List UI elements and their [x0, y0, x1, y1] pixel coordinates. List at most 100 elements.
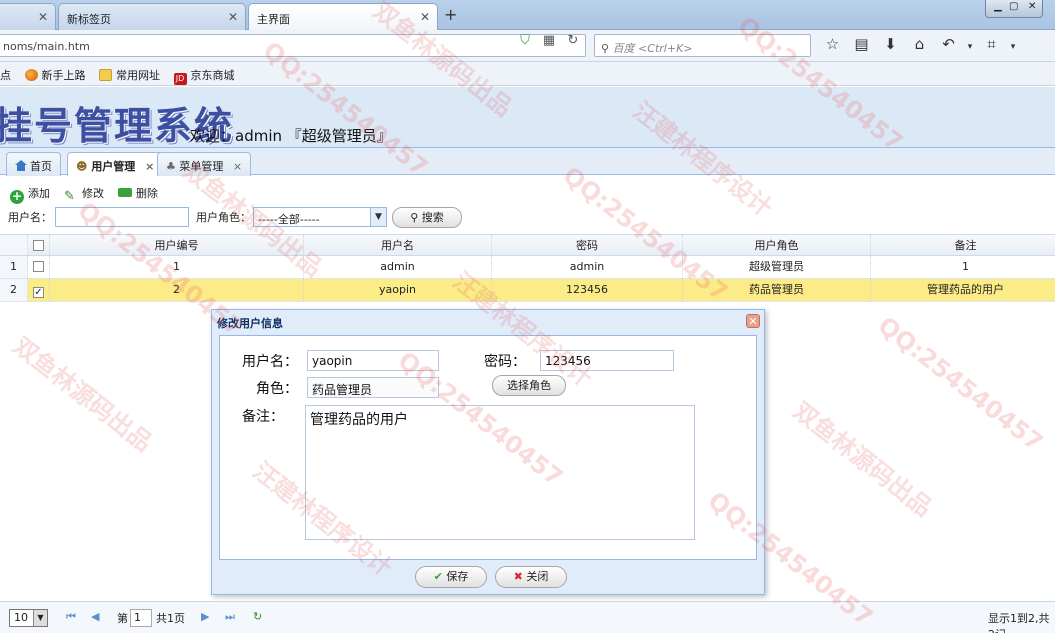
username-filter-label: 用户名： [8, 211, 52, 224]
shield-icon[interactable]: ⛉ [513, 33, 537, 48]
first-page-icon[interactable]: ⏮ [66, 610, 76, 624]
crop-icon[interactable]: ⌗ [977, 35, 1006, 53]
bookmark-item[interactable]: 点 [0, 69, 11, 82]
table-row[interactable]: 1 1 admin admin 超级管理员 1 [0, 256, 1055, 279]
jd-icon: JD [173, 73, 187, 85]
address-icons: ⛉ ▦ ↻ [513, 33, 585, 48]
dialog-title: 修改用户信息 [217, 317, 283, 330]
password-field[interactable]: 123456 [540, 350, 674, 371]
add-icon: + [10, 189, 24, 204]
table-header: 用户编号 用户名 密码 用户角色 备注 [0, 234, 1055, 256]
col-header-username[interactable]: 用户名 [304, 235, 492, 255]
username-filter-input[interactable] [55, 207, 189, 227]
next-page-icon[interactable]: ▶ [201, 610, 209, 623]
tab-user-management[interactable]: ☻ 用户管理 × [67, 152, 164, 177]
window-controls: ▁ ▢ ✕ [985, 0, 1043, 18]
app-header: 挂号管理系统 欢迎：admin 『超级管理员』 [0, 87, 1055, 148]
chevron-down-icon[interactable]: ▾ [963, 42, 977, 52]
add-button[interactable]: + 添加 [10, 185, 50, 204]
edit-button[interactable]: ✎ 修改 [64, 185, 104, 204]
search-icon: ⚲ [601, 42, 610, 55]
search-input[interactable]: ⚲ 百度 <Ctrl+K> [594, 34, 811, 57]
browser-tab-main[interactable]: 主界面 ✕ [248, 3, 438, 30]
edit-user-dialog: 修改用户信息 ✕ 用户名： yaopin 密码： 123456 角色： 药品管理… [211, 309, 765, 595]
page-size-select[interactable]: 10 ▼ [9, 609, 48, 627]
bookmark-newbie[interactable]: 新手上路 [24, 69, 86, 82]
rownum-header [0, 235, 28, 255]
row-number: 2 [0, 279, 28, 301]
browser-nav-bar: noms/main.htm ⛉ ▦ ↻ ⚲ 百度 <Ctrl+K> ☆ ▤ ⬇ ⌂ ↶ ▾ ⌗ ▾ [0, 30, 1055, 62]
close-icon[interactable]: × [145, 160, 154, 173]
browser-tab-1[interactable]: ✕ [0, 3, 56, 30]
username-label: 用户名： [242, 354, 298, 370]
row-checkbox[interactable]: ✓ [28, 279, 50, 301]
maximize-icon[interactable]: ▢ [1009, 1, 1018, 12]
new-tab-icon[interactable]: + [444, 5, 457, 24]
col-header-password[interactable]: 密码 [492, 235, 683, 255]
bookmark-jd[interactable]: JD 京东商城 [173, 69, 235, 85]
home-icon[interactable]: ⌂ [905, 35, 934, 53]
close-icon[interactable]: ✕ [228, 10, 238, 24]
address-bar[interactable]: noms/main.htm [0, 34, 586, 57]
home-icon [15, 160, 27, 171]
table-row-selected[interactable]: 2 ✓ 2 yaopin 123456 药品管理员 管理药品的用户 [0, 279, 1055, 302]
col-header-role[interactable]: 用户角色 [683, 235, 871, 255]
bookmark-common[interactable]: 常用网址 [99, 69, 160, 82]
browser-toolbar: ☆ ▤ ⬇ ⌂ ↶ ▾ ⌗ ▾ [818, 35, 1020, 53]
watermark: 双鱼林源码出品 [7, 330, 158, 458]
user-table: 用户编号 用户名 密码 用户角色 备注 1 1 admin admin 超级管理… [0, 234, 1055, 302]
reading-list-icon[interactable]: ▤ [847, 35, 876, 53]
close-button[interactable]: ✖ 关闭 [495, 566, 567, 588]
chevron-down-icon: ▼ [370, 208, 386, 226]
remark-textarea[interactable]: 管理药品的用户 [305, 405, 695, 540]
undo-icon[interactable]: ↶ [934, 35, 963, 53]
cell-password: admin [492, 256, 683, 278]
chevron-down-icon[interactable]: ▾ [1006, 42, 1020, 52]
role-filter-select[interactable]: -----全部----- ▼ [253, 207, 387, 227]
reload-icon[interactable]: ↻ [561, 33, 585, 48]
role-filter-label: 用户角色： [196, 211, 251, 224]
tab-home[interactable]: 首页 [6, 152, 61, 176]
cell-role: 超级管理员 [683, 256, 871, 278]
star-icon[interactable]: ☆ [818, 35, 847, 53]
window-close-icon[interactable]: ✕ [1028, 1, 1036, 12]
cell-username: yaopin [304, 279, 492, 301]
remark-label: 备注： [242, 409, 284, 425]
cell-id: 1 [50, 256, 304, 278]
dialog-close-icon[interactable]: ✕ [746, 314, 760, 328]
col-header-remark[interactable]: 备注 [871, 235, 1055, 255]
username-field[interactable]: yaopin [307, 350, 439, 371]
firefox-icon [24, 69, 38, 81]
tab-menu-management[interactable]: ♣ 菜单管理 × [157, 152, 252, 176]
prev-page-icon[interactable]: ◀ [91, 610, 99, 623]
close-icon: ✖ [513, 570, 523, 583]
close-icon[interactable]: ✕ [38, 10, 48, 24]
row-checkbox[interactable] [28, 256, 50, 278]
cell-password: 123456 [492, 279, 683, 301]
search-button[interactable]: ⚲ 搜索 [392, 207, 462, 228]
pagination-bar: 10 ▼ ⏮ ◀ 第 1 共1页 ▶ ⏭ ↻ 显示1到2,共2记 [0, 601, 1055, 640]
user-toolbar: + 添加 ✎ 修改 删除 用户名： 用户角色： -----全部----- ▼ ⚲ 搜… [0, 176, 1055, 234]
col-header-id[interactable]: 用户编号 [50, 235, 304, 255]
browser-tab-newtab[interactable]: 新标签页 ✕ [58, 3, 246, 30]
app-tab-bar: 首页 ☻ 用户管理 × ♣ 菜单管理 × [0, 147, 1055, 177]
save-button[interactable]: ✔ 保存 [415, 566, 487, 588]
choose-role-button[interactable]: 选择角色 [492, 375, 566, 396]
delete-button[interactable]: 删除 [118, 185, 158, 201]
browser-tab-label: 主界面 [257, 13, 290, 26]
page-number-input[interactable]: 1 [130, 609, 152, 627]
cell-role: 药品管理员 [683, 279, 871, 301]
search-icon: ⚲ [410, 211, 419, 224]
folder-icon [99, 69, 112, 81]
download-icon[interactable]: ⬇ [876, 35, 905, 53]
qrcode-icon[interactable]: ▦ [537, 33, 561, 48]
cell-remark: 管理药品的用户 [871, 279, 1055, 301]
close-icon[interactable]: ✕ [420, 10, 430, 24]
close-icon[interactable]: × [233, 160, 242, 173]
watermark: 双鱼林源码出品 [787, 395, 938, 523]
cell-username: admin [304, 256, 492, 278]
refresh-icon[interactable]: ↻ [253, 610, 262, 623]
last-page-icon[interactable]: ⏭ [225, 610, 235, 624]
minimize-icon[interactable]: ▁ [994, 1, 1002, 12]
select-all-checkbox[interactable] [28, 235, 50, 255]
